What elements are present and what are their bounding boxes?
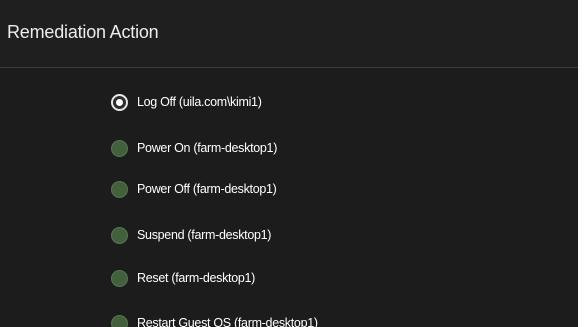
option-label-suspend: Suspend (farm-desktop1)	[137, 228, 272, 242]
option-suspend[interactable]: Suspend (farm-desktop1)	[111, 225, 271, 245]
radio-button-suspend[interactable]	[111, 226, 128, 244]
option-restart-guest-os[interactable]: Restart Guest OS (farm-desktop1)	[111, 313, 318, 327]
radio-button-reset[interactable]	[111, 269, 128, 287]
remediation-action-panel: Remediation Action Log Off (uila.com\kim…	[0, 0, 578, 327]
panel-title: Remediation Action	[7, 22, 159, 42]
option-label-restart-guest-os: Restart Guest OS (farm-desktop1)	[137, 316, 318, 327]
radio-button-power-off[interactable]	[111, 180, 128, 198]
option-label-power-on: Power On (farm-desktop1)	[137, 141, 278, 155]
option-label-power-off: Power Off (farm-desktop1)	[137, 182, 277, 196]
option-power-off[interactable]: Power Off (farm-desktop1)	[111, 179, 277, 199]
radio-button-restart-guest-os[interactable]	[111, 314, 128, 327]
option-power-on[interactable]: Power On (farm-desktop1)	[111, 138, 277, 158]
option-label-reset: Reset (farm-desktop1)	[137, 271, 256, 285]
radio-button-log-off[interactable]	[111, 93, 128, 111]
radio-button-power-on[interactable]	[111, 139, 128, 157]
option-log-off[interactable]: Log Off (uila.com\kimi1)	[111, 92, 262, 112]
panel-header: Remediation Action	[0, 0, 578, 68]
option-reset[interactable]: Reset (farm-desktop1)	[111, 268, 255, 288]
option-label-log-off: Log Off (uila.com\kimi1)	[137, 95, 262, 109]
